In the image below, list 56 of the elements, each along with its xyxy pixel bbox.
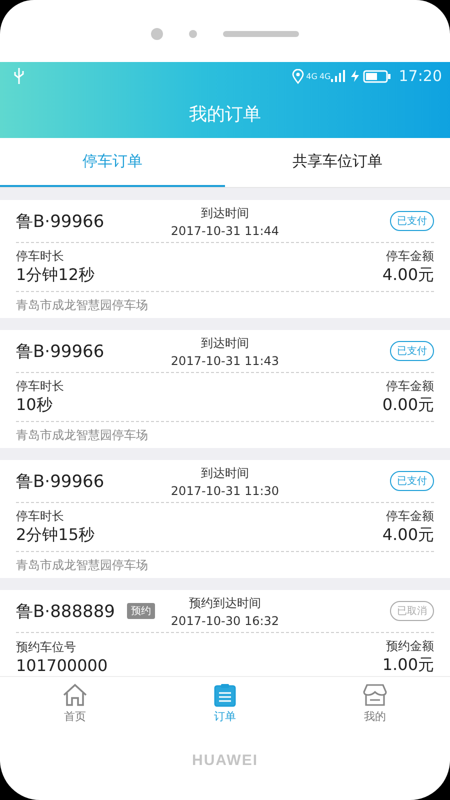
field-value: 10秒 [16,395,52,416]
field-value: 2分钟15秒 [16,525,95,546]
field-label: 停车金额 [386,378,434,395]
field-value: 101700000 [16,656,108,675]
brand-logo: HUAWEI [192,752,258,771]
camera-icon [151,28,163,40]
field-label: 预约车位号 [16,639,76,656]
parking-location: 青岛市成龙智慧园停车场 [16,556,148,574]
time-label: 到达时间 [200,334,249,352]
field-label: 停车金额 [386,508,434,525]
plate-number: 鲁B·99966 [16,210,104,232]
nav-label[interactable]: 我的 [364,709,386,724]
amount-value: 1.00元 [382,655,434,676]
parking-location: 青岛市成龙智慧园停车场 [16,296,148,314]
plate-number: 鲁B·888889 [16,600,115,622]
tab[interactable]: 共享车位订单 [225,138,450,187]
order-card[interactable]: 鲁B·888889 预约 预约到达时间 2017-10-30 16:32 已取消 预约车位号 101700000 预约金额 1.00元 [0,590,450,676]
status-badge: 已支付 [390,211,434,231]
status-badge: 已取消 [390,601,434,621]
battery-icon [362,70,391,82]
plate-number: 鲁B·99966 [16,340,104,362]
arrival-time: 2017-10-31 11:30 [170,484,280,498]
order-card[interactable]: 鲁B·99966 到达时间 2017-10-31 11:43 已支付 停车时长 10秒 停车金额 0.00元 青岛市成龙智慧园停车场 [0,330,450,448]
order-card[interactable]: 鲁B·99966 到达时间 2017-10-31 11:30 已支付 停车时长 2分钟15秒 停车金额 4.00元 青岛市成龙智慧园停车场 [0,460,450,578]
location-icon [292,68,304,84]
field-label: 预约金额 [386,638,434,655]
time-label: 到达时间 [200,204,249,222]
field-label: 停车时长 [16,378,64,395]
arrival-time: 2017-10-31 11:43 [170,354,280,368]
arrival-time: 2017-10-30 16:32 [170,614,280,628]
order-card[interactable]: 鲁B·99966 到达时间 2017-10-31 11:44 已支付 停车时长 1分钟12秒 停车金额 4.00元 青岛市成龙智慧园停车场 [0,200,450,318]
field-value: 1分钟12秒 [16,265,95,286]
amount-value: 4.00元 [382,265,434,286]
signal-icon [330,70,347,82]
status-badge: 已支付 [390,341,434,361]
status-badge: 已支付 [390,471,434,491]
nav-label[interactable]: 首页 [64,709,86,724]
network-label: 4G [319,72,331,80]
clock-time: 17:20 [398,67,442,85]
usb-icon [14,68,24,84]
arrival-time: 2017-10-31 11:44 [170,224,280,238]
amount-value: 4.00元 [382,525,434,546]
field-label: 停车时长 [16,248,64,265]
page-title: 我的订单 [189,103,261,126]
speaker-icon [223,31,299,37]
sensor-icon [189,30,197,38]
field-label: 停车时长 [16,508,64,525]
field-label: 停车金额 [386,248,434,265]
parking-location: 青岛市成龙智慧园停车场 [16,426,148,444]
reservation-tag: 预约 [126,603,155,619]
charging-icon [350,70,359,82]
time-label: 预约到达时间 [188,594,261,612]
plate-number: 鲁B·99966 [16,470,104,492]
time-label: 到达时间 [200,464,249,482]
amount-value: 0.00元 [382,395,434,416]
network-label: 4G [306,72,318,80]
